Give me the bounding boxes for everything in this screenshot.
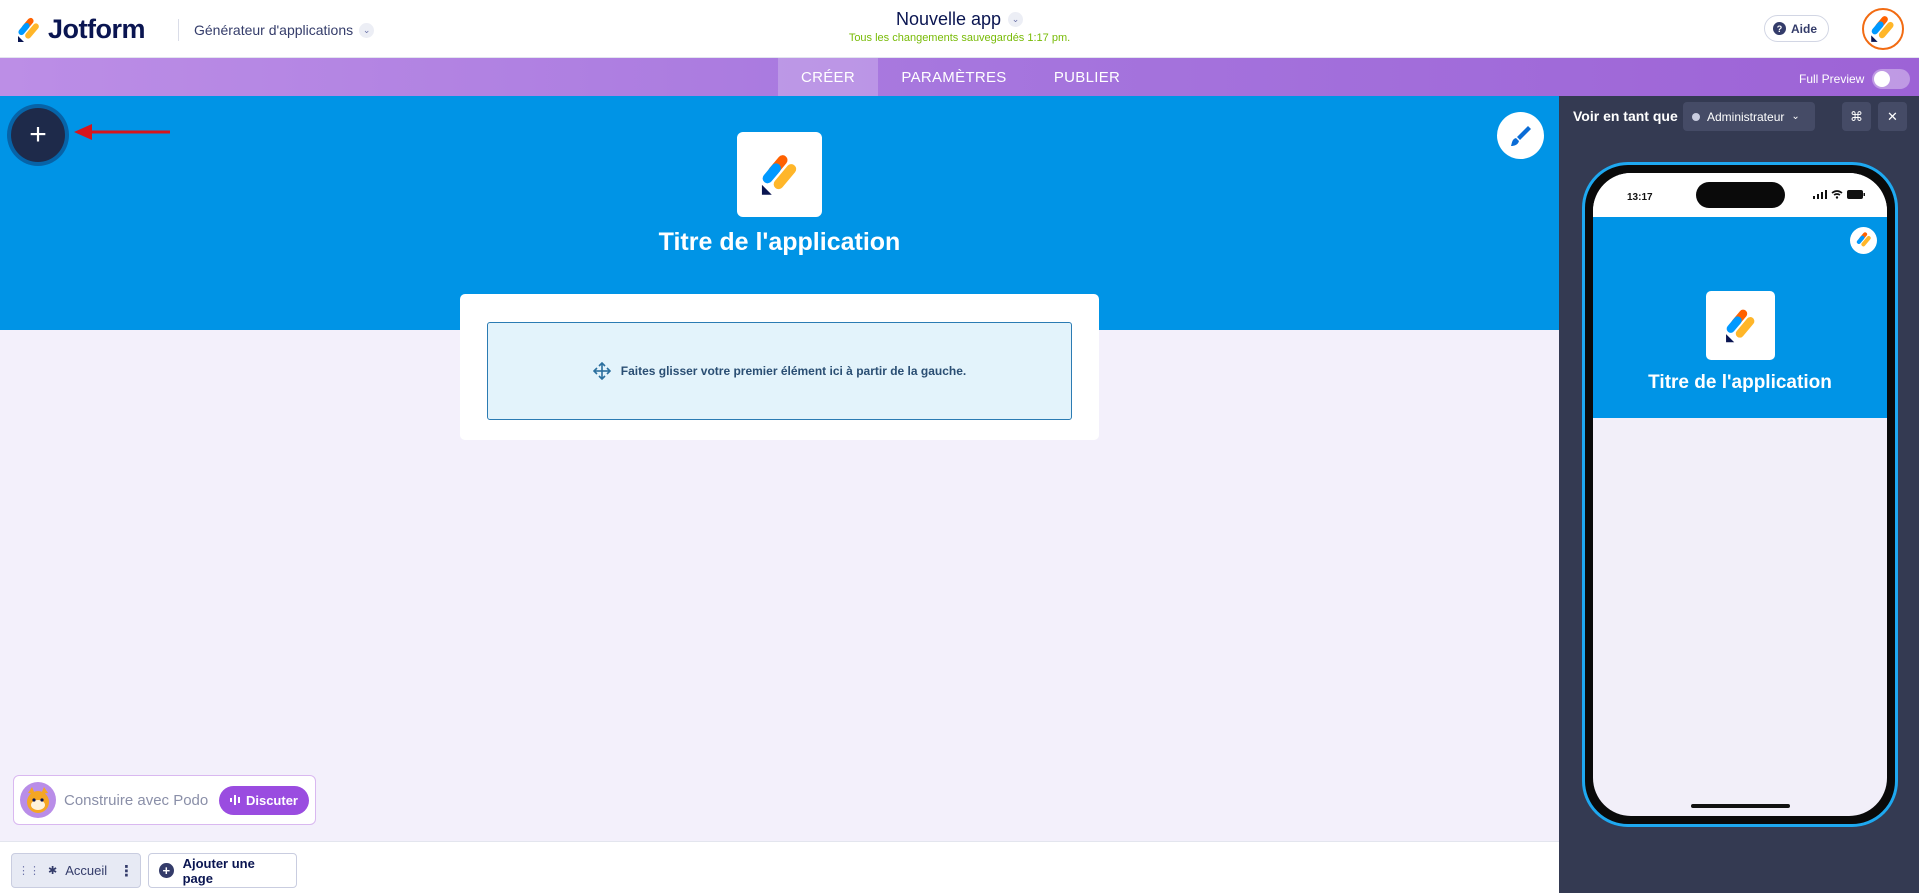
save-status: Tous les changements sauvegardés 1:17 pm… — [848, 32, 1071, 44]
plus-circle-icon: + — [159, 863, 174, 878]
page-label: Accueil — [65, 863, 108, 878]
chevron-down-icon: ⌄ — [1008, 12, 1024, 27]
podo-avatar-icon — [20, 782, 56, 818]
tab-parametres[interactable]: PARAMÈTRES — [878, 58, 1030, 96]
home-icon: ✱ — [48, 865, 58, 877]
mobile-preview-panel: Voir en tant que Administrateur ⌄ ⌘ ✕ 13… — [1559, 96, 1919, 893]
chevron-down-icon: ⌄ — [1791, 111, 1800, 122]
element-dropzone[interactable]: Faites glisser votre premier élément ici… — [487, 322, 1072, 420]
phone-app-header: Titre de l'application — [1593, 217, 1887, 418]
dynamic-island — [1696, 182, 1785, 208]
dropzone-text: Faites glisser votre premier élément ici… — [620, 364, 967, 378]
battery-icon — [1847, 190, 1865, 199]
avatar[interactable] — [1862, 8, 1904, 50]
phone-time: 13:17 — [1627, 192, 1653, 203]
full-preview-label: Full Preview — [1799, 72, 1865, 86]
red-arrow-annotation — [74, 124, 170, 140]
home-indicator — [1691, 804, 1790, 808]
paint-brush-icon[interactable] — [1497, 112, 1544, 159]
role-select[interactable]: Administrateur ⌄ — [1683, 102, 1815, 131]
role-dot-icon — [1692, 112, 1700, 121]
command-key-icon[interactable]: ⌘ — [1842, 102, 1871, 131]
top-bar: Jotform Générateur d'applications ⌄ Nouv… — [0, 0, 1919, 58]
podo-assistant: Construire avec Podo Discuter — [13, 775, 316, 825]
more-options-icon[interactable]: ⋮ — [119, 862, 134, 880]
app-name-menu[interactable]: Nouvelle app ⌄ — [895, 9, 1024, 30]
phone-app-icon — [1706, 291, 1775, 360]
view-as-label: Voir en tant que — [1573, 108, 1678, 124]
app-name: Nouvelle app — [895, 9, 1002, 29]
discuss-label: Discuter — [245, 792, 298, 808]
signal-icon — [1813, 190, 1827, 199]
wifi-icon — [1831, 190, 1843, 199]
move-icon — [592, 362, 611, 380]
full-preview-toggle[interactable] — [1872, 69, 1911, 89]
drag-handle-icon[interactable]: ⋮⋮ — [18, 864, 40, 877]
phone-app-title: Titre de l'application — [1648, 372, 1832, 393]
builder-canvas: + Titre de l'application Faites glisser … — [0, 96, 1559, 841]
pages-bar: ⋮⋮ ✱ Accueil ⋮ + Ajouter une page — [0, 841, 1559, 893]
help-label: Aide — [1791, 21, 1818, 36]
tab-publier[interactable]: PUBLIER — [1030, 58, 1144, 96]
status-icons — [1813, 190, 1865, 199]
jotform-corner-icon — [1850, 227, 1877, 254]
phone-frame: 13:17 Titre de l'application — [1582, 162, 1898, 827]
full-preview-control: Full Preview — [1799, 69, 1911, 89]
app-title[interactable]: Titre de l'application — [0, 228, 1559, 257]
main-nav: CRÉER PARAMÈTRES PUBLIER Full Preview — [0, 58, 1919, 96]
jotform-app-icon — [761, 154, 796, 195]
phone-screen: 13:17 Titre de l'application — [1593, 173, 1887, 816]
page-tab-accueil[interactable]: ⋮⋮ ✱ Accueil ⋮ — [11, 853, 141, 888]
add-page-label: Ajouter une page — [182, 855, 255, 886]
app-icon[interactable] — [737, 132, 822, 217]
page-content-card: Faites glisser votre premier élément ici… — [460, 294, 1099, 440]
phone-status-bar: 13:17 — [1593, 173, 1887, 217]
role-value: Administrateur — [1707, 109, 1785, 124]
podo-prompt[interactable]: Construire avec Podo — [64, 792, 211, 809]
close-icon[interactable]: ✕ — [1878, 102, 1907, 131]
add-element-button[interactable]: + — [11, 108, 65, 162]
tab-creer[interactable]: CRÉER — [778, 58, 878, 96]
jotform-avatar-icon — [1871, 16, 1894, 42]
voice-wave-icon — [229, 795, 240, 805]
discuss-button[interactable]: Discuter — [218, 785, 309, 815]
question-icon: ? — [1773, 22, 1786, 35]
add-page-button[interactable]: + Ajouter une page — [148, 853, 297, 888]
help-button[interactable]: ? Aide — [1764, 15, 1830, 42]
